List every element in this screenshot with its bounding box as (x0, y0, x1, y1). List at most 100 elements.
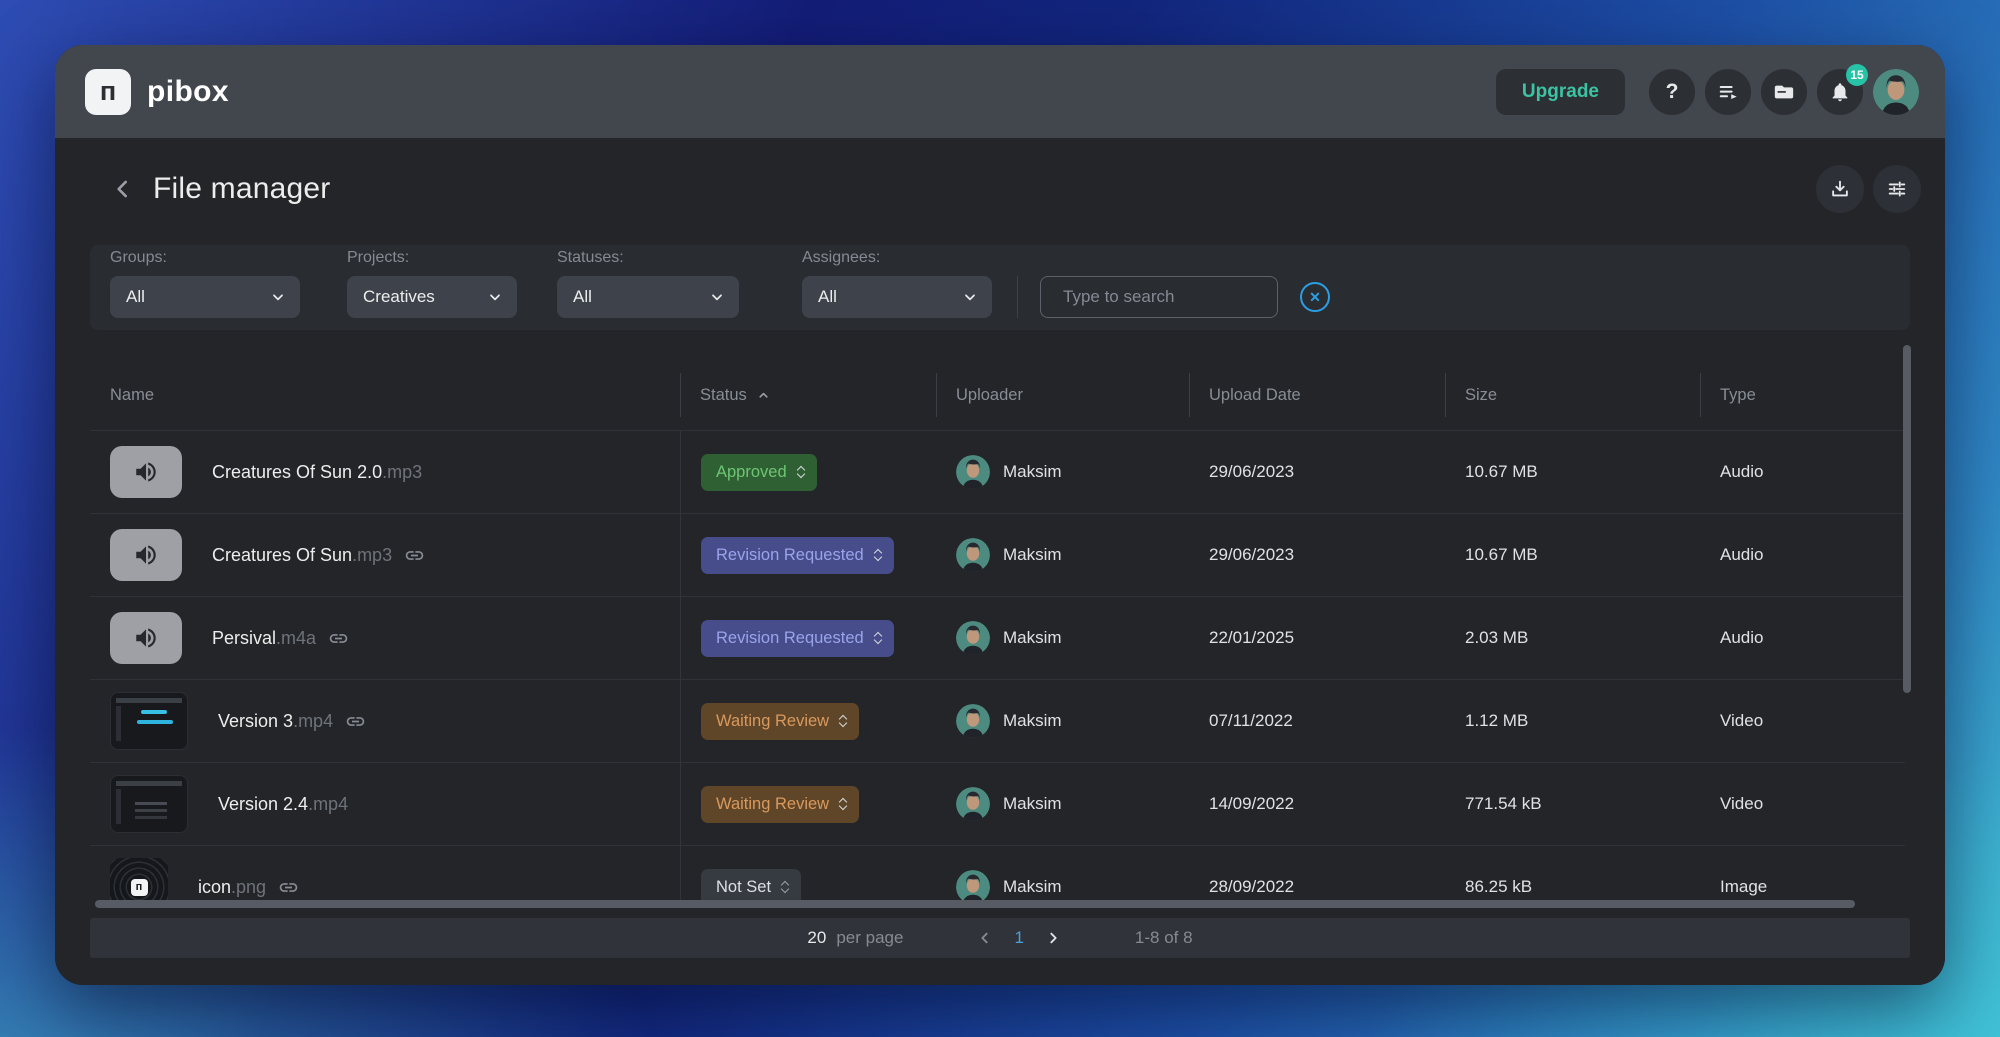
pibox-logo-icon[interactable]: п (85, 69, 131, 115)
audio-thumbnail[interactable] (110, 612, 182, 664)
prev-page-button[interactable] (977, 930, 993, 946)
status-updown-icon (875, 550, 881, 560)
chevron-down-icon (709, 289, 725, 305)
table-row[interactable]: Persival.m4a Revision Requested Maksim 2… (90, 596, 1905, 679)
file-extension: .mp3 (352, 545, 392, 566)
image-thumbnail[interactable]: п (110, 858, 168, 903)
table-row[interactable]: п icon.png Not Set Maksim 28/09/2022 86.… (90, 845, 1905, 903)
view-settings-button[interactable] (1873, 165, 1921, 213)
audio-thumbnail[interactable] (110, 446, 182, 498)
column-divider (1445, 373, 1446, 417)
download-button[interactable] (1816, 165, 1864, 213)
statuses-select[interactable]: All (557, 276, 739, 318)
file-type: Video (1700, 763, 1905, 845)
speaker-icon (133, 459, 159, 485)
file-name-cell: п icon.png (110, 846, 680, 903)
help-button[interactable]: ? (1649, 69, 1695, 115)
table-body: Creatures Of Sun 2.0.mp3 Approved Maksim… (90, 430, 1905, 903)
column-header-name[interactable]: Name (110, 360, 680, 430)
video-thumbnail[interactable] (110, 775, 188, 833)
uploader-avatar (956, 704, 990, 738)
chevron-down-icon (270, 289, 286, 305)
user-avatar[interactable] (1873, 69, 1919, 115)
notifications-button[interactable]: 15 (1817, 69, 1863, 115)
sliders-icon (1886, 178, 1908, 200)
uploader-cell: Maksim (936, 597, 1189, 679)
topbar-actions: Upgrade ? 15 (1496, 69, 1919, 115)
column-header-type[interactable]: Type (1700, 360, 1905, 430)
status-updown-icon (798, 467, 804, 477)
file-name[interactable]: Version 3 (218, 711, 293, 732)
file-name[interactable]: Creatures Of Sun 2.0 (212, 462, 382, 483)
file-name-cell: Version 3.mp4 (110, 680, 680, 762)
link-icon[interactable] (278, 877, 299, 898)
notification-count-badge: 15 (1846, 64, 1868, 86)
title-actions (1816, 165, 1921, 213)
uploader-name: Maksim (1003, 877, 1062, 897)
file-name[interactable]: icon (198, 877, 231, 898)
vertical-scrollbar[interactable] (1903, 345, 1911, 693)
clear-x-icon: ✕ (1309, 289, 1321, 306)
file-name[interactable]: Creatures Of Sun (212, 545, 352, 566)
table-header: Name Status Uploader Upload Date Size Ty… (90, 360, 1905, 430)
search-input[interactable] (1063, 287, 1284, 307)
bell-icon (1829, 81, 1851, 103)
uploader-name: Maksim (1003, 794, 1062, 814)
status-badge[interactable]: Not Set (701, 869, 801, 904)
groups-select[interactable]: All (110, 276, 300, 318)
status-badge[interactable]: Revision Requested (701, 537, 894, 574)
file-name-cell: Creatures Of Sun.mp3 (110, 514, 680, 596)
projects-select[interactable]: Creatives (347, 276, 517, 318)
projects-label: Projects: (347, 249, 517, 267)
uploader-avatar (956, 787, 990, 821)
uploader-avatar (956, 538, 990, 572)
upgrade-button[interactable]: Upgrade (1496, 69, 1625, 115)
current-page[interactable]: 1 (1014, 928, 1023, 948)
speaker-icon (133, 542, 159, 568)
status-badge[interactable]: Approved (701, 454, 817, 491)
files-button[interactable] (1761, 69, 1807, 115)
file-size: 1.12 MB (1445, 680, 1700, 762)
link-icon[interactable] (345, 711, 366, 732)
link-icon[interactable] (328, 628, 349, 649)
file-size: 2.03 MB (1445, 597, 1700, 679)
file-name[interactable]: Version 2.4 (218, 794, 308, 815)
link-icon[interactable] (404, 545, 425, 566)
video-thumbnail[interactable] (110, 692, 188, 750)
app-window: п pibox Upgrade ? 15 (55, 45, 1945, 985)
file-name[interactable]: Persival (212, 628, 276, 649)
upload-date: 14/09/2022 (1189, 763, 1445, 845)
activity-log-button[interactable] (1705, 69, 1751, 115)
avatar-image (1873, 69, 1919, 115)
file-type: Video (1700, 680, 1905, 762)
column-header-size[interactable]: Size (1445, 360, 1700, 430)
assignees-select[interactable]: All (802, 276, 992, 318)
status-badge[interactable]: Revision Requested (701, 620, 894, 657)
per-page-label: per page (836, 928, 903, 948)
back-chevron-icon (110, 176, 136, 202)
uploader-cell: Maksim (936, 514, 1189, 596)
table-row[interactable]: Creatures Of Sun.mp3 Revision Requested … (90, 513, 1905, 596)
column-divider (1700, 373, 1701, 417)
chevron-down-icon (962, 289, 978, 305)
uploader-cell: Maksim (936, 846, 1189, 903)
speaker-icon (133, 625, 159, 651)
status-badge[interactable]: Waiting Review (701, 786, 859, 823)
table-row[interactable]: Version 2.4.mp4 Waiting Review Maksim 14… (90, 762, 1905, 845)
clear-filters-button[interactable]: ✕ (1300, 282, 1330, 312)
pager: 1 (977, 928, 1060, 948)
uploader-cell: Maksim (936, 763, 1189, 845)
next-page-button[interactable] (1045, 930, 1061, 946)
back-button[interactable] (105, 171, 141, 207)
file-type: Audio (1700, 597, 1905, 679)
file-name-cell: Creatures Of Sun 2.0.mp3 (110, 431, 680, 513)
table-row[interactable]: Creatures Of Sun 2.0.mp3 Approved Maksim… (90, 430, 1905, 513)
column-header-upload-date[interactable]: Upload Date (1189, 360, 1445, 430)
table-row[interactable]: Version 3.mp4 Waiting Review Maksim 07/1… (90, 679, 1905, 762)
status-badge[interactable]: Waiting Review (701, 703, 859, 740)
audio-thumbnail[interactable] (110, 529, 182, 581)
column-header-status[interactable]: Status (680, 360, 936, 430)
horizontal-scrollbar[interactable] (95, 900, 1855, 908)
column-header-uploader[interactable]: Uploader (936, 360, 1189, 430)
per-page-select[interactable]: 20 (807, 928, 826, 948)
